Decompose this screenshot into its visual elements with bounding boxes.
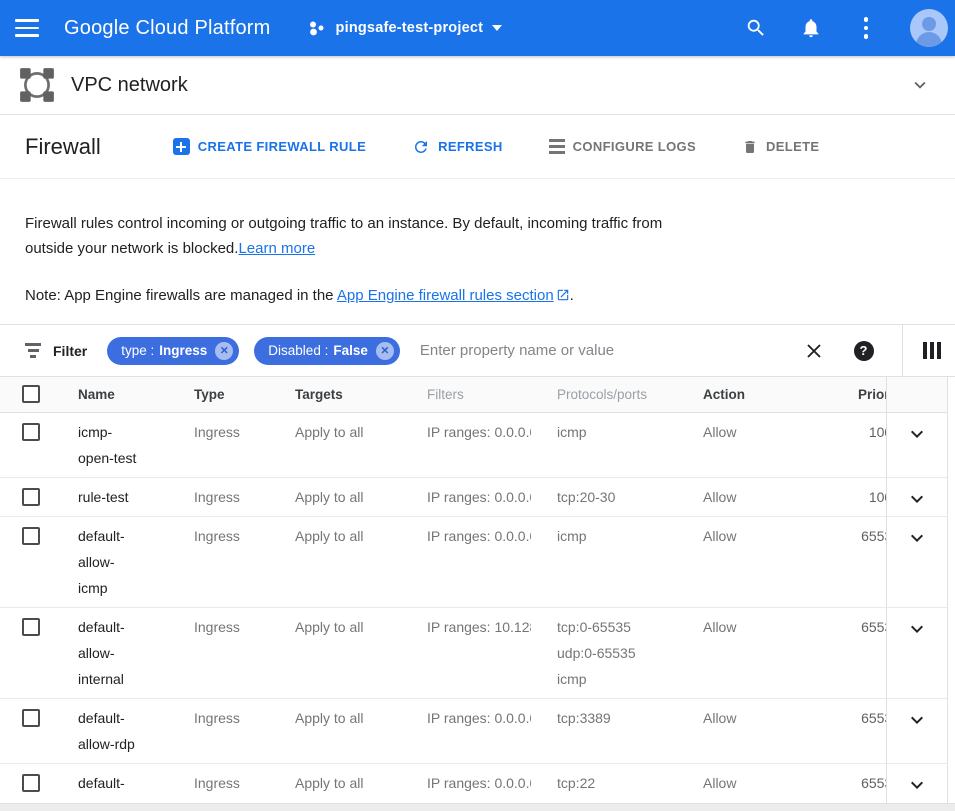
clear-filters-icon[interactable] [804,341,824,361]
configure-logs-button[interactable]: CONFIGURE LOGS [549,139,696,154]
external-link-icon [556,288,570,302]
top-bar: Google Cloud Platform pingsafe-test-proj… [0,0,955,56]
row-checkbox[interactable] [22,709,40,727]
project-icon [308,19,326,37]
filter-label: Filter [53,343,87,359]
table-row: default- allow- internal Ingress Apply t… [0,608,955,699]
page-title: VPC network [71,74,188,97]
app-engine-firewall-link[interactable]: App Engine firewall rules section [337,287,554,304]
col-header-priority[interactable]: Priority [858,377,886,412]
expand-row-icon[interactable] [905,487,929,511]
project-name: pingsafe-test-project [336,20,484,36]
table-header-row: Name Type Targets Filters Protocols/port… [0,377,955,413]
refresh-icon [412,138,430,156]
vpc-network-icon [18,66,56,104]
filter-bar: Filter type : Ingress ✕ Disabled : False… [0,324,955,377]
firewall-title: Firewall [25,134,101,160]
horizontal-scrollbar[interactable] [0,803,955,811]
help-icon[interactable]: ? [854,341,874,361]
learn-more-link[interactable]: Learn more [238,240,315,257]
avatar[interactable] [910,9,948,47]
col-header-type[interactable]: Type [194,377,295,412]
firewall-rules-table: Name Type Targets Filters Protocols/port… [0,377,955,811]
project-selector[interactable]: pingsafe-test-project [308,19,503,37]
chip-remove-icon[interactable]: ✕ [215,342,233,360]
notifications-icon[interactable] [800,17,822,39]
row-checkbox[interactable] [22,488,40,506]
table-row: default- allow- icmp Ingress Apply to al… [0,517,955,608]
table-row: default- allow-rdp Ingress Apply to all … [0,699,955,764]
filter-chip-type[interactable]: type : Ingress ✕ [107,337,239,365]
col-header-filters: Filters [427,377,557,412]
logs-icon [549,139,565,153]
expand-row-icon[interactable] [905,422,929,446]
row-checkbox[interactable] [22,423,40,441]
create-firewall-rule-button[interactable]: CREATE FIREWALL RULE [173,138,366,155]
delete-button[interactable]: DELETE [742,138,819,156]
column-display-icon[interactable] [903,342,955,359]
collapse-section-icon[interactable] [909,74,931,96]
chevron-down-icon [492,25,502,31]
description-text: Firewall rules control incoming or outgo… [25,215,662,257]
menu-icon[interactable] [15,19,39,37]
table-row: icmp- open-test Ingress Apply to all IP … [0,413,955,478]
chip-remove-icon[interactable]: ✕ [376,342,394,360]
description-block: Firewall rules control incoming or outgo… [0,179,955,324]
note-text: Note: App Engine firewalls are managed i… [25,287,337,304]
more-options-icon[interactable] [855,17,877,39]
product-title[interactable]: Google Cloud Platform [64,17,271,40]
refresh-button[interactable]: REFRESH [412,138,503,156]
expand-row-icon[interactable] [905,617,929,641]
row-checkbox[interactable] [22,618,40,636]
section-header: VPC network [0,56,955,115]
filter-input[interactable] [420,342,796,359]
expand-row-icon[interactable] [905,773,929,797]
col-header-targets[interactable]: Targets [295,377,427,412]
firewall-toolbar: Firewall CREATE FIREWALL RULE REFRESH CO… [0,115,955,179]
note-period: . [570,287,574,304]
table-row: rule-test Ingress Apply to all IP ranges… [0,478,955,517]
expand-row-icon[interactable] [905,526,929,550]
col-header-name[interactable]: Name [78,377,194,412]
row-checkbox[interactable] [22,774,40,792]
plus-icon [173,138,190,155]
gcp-console: Google Cloud Platform pingsafe-test-proj… [0,0,955,811]
col-header-action[interactable]: Action [703,377,858,412]
row-checkbox[interactable] [22,527,40,545]
expand-row-icon[interactable] [905,708,929,732]
search-icon[interactable] [745,17,767,39]
filter-icon [25,343,41,357]
col-header-protocols: Protocols/ports [557,377,703,412]
select-all-checkbox[interactable] [22,385,40,403]
trash-icon [742,138,758,156]
filter-chip-disabled[interactable]: Disabled : False ✕ [254,337,400,365]
